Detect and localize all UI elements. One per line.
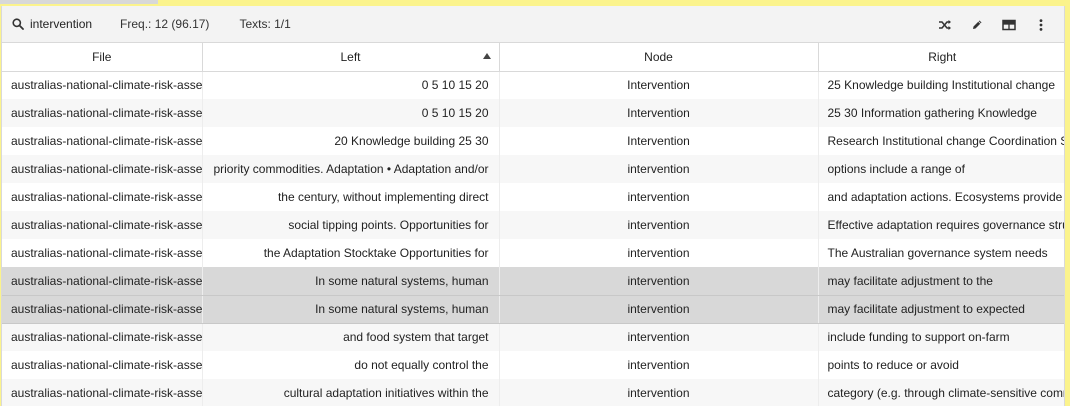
shuffle-icon[interactable]: [936, 16, 954, 34]
column-header-file[interactable]: File: [2, 43, 203, 72]
table-row[interactable]: australias-national-climate-risk-assessm…: [2, 99, 1064, 127]
cell-node[interactable]: intervention: [499, 183, 819, 211]
concordance-table: File Left Node Right australias-national…: [2, 43, 1065, 406]
cell-left[interactable]: 20 Knowledge building 25 30: [202, 127, 500, 155]
cell-file[interactable]: australias-national-climate-risk-assessm…: [2, 71, 203, 99]
search-icon[interactable]: [12, 18, 24, 30]
cell-file[interactable]: australias-national-climate-risk-assessm…: [2, 351, 203, 379]
cell-left[interactable]: In some natural systems, human: [202, 267, 500, 296]
cell-node[interactable]: intervention: [499, 295, 819, 324]
cell-node[interactable]: intervention: [499, 323, 819, 351]
cell-left[interactable]: In some natural systems, human: [202, 295, 500, 324]
table-row[interactable]: australias-national-climate-risk-assessm…: [2, 239, 1064, 267]
cell-file[interactable]: australias-national-climate-risk-assessm…: [2, 99, 203, 127]
more-vertical-icon[interactable]: [1032, 16, 1050, 34]
cell-right[interactable]: The Australian governance system needs: [818, 239, 1064, 267]
cell-left[interactable]: priority commodities. Adaptation • Adapt…: [202, 155, 500, 183]
table-row[interactable]: australias-national-climate-risk-assessm…: [2, 155, 1064, 183]
cell-right[interactable]: Effective adaptation requires governance…: [818, 211, 1064, 239]
cell-node[interactable]: intervention: [499, 267, 819, 296]
table-row[interactable]: australias-national-climate-risk-assessm…: [2, 267, 1064, 296]
table-icon[interactable]: [1000, 16, 1018, 34]
cell-node[interactable]: intervention: [499, 155, 819, 183]
search-term[interactable]: intervention: [30, 17, 92, 31]
cell-right[interactable]: 25 30 Information gathering Knowledge: [818, 99, 1064, 127]
cell-left[interactable]: do not equally control the: [202, 351, 500, 379]
cell-right[interactable]: and adaptation actions. Ecosystems provi…: [818, 183, 1064, 211]
table-row[interactable]: australias-national-climate-risk-assessm…: [2, 379, 1064, 406]
cell-file[interactable]: australias-national-climate-risk-assessm…: [2, 211, 203, 239]
cell-left[interactable]: social tipping points. Opportunities for: [202, 211, 500, 239]
cell-file[interactable]: australias-national-climate-risk-assessm…: [2, 155, 203, 183]
cell-file[interactable]: australias-national-climate-risk-assessm…: [2, 183, 203, 211]
cell-node[interactable]: Intervention: [499, 127, 819, 155]
cell-right[interactable]: points to reduce or avoid: [818, 351, 1064, 379]
table-row[interactable]: australias-national-climate-risk-assessm…: [2, 71, 1064, 99]
cell-file[interactable]: australias-national-climate-risk-assessm…: [2, 379, 203, 406]
cell-node[interactable]: intervention: [499, 351, 819, 379]
cell-file[interactable]: australias-national-climate-risk-assessm…: [2, 267, 203, 296]
table-body: australias-national-climate-risk-assessm…: [2, 71, 1065, 406]
cell-right[interactable]: 25 Knowledge building Institutional chan…: [818, 71, 1064, 99]
cell-left[interactable]: the Adaptation Stocktake Opportunities f…: [202, 239, 500, 267]
tab-indicator: [0, 0, 158, 4]
table-header-row: File Left Node Right: [2, 43, 1064, 72]
table-row[interactable]: australias-national-climate-risk-assessm…: [2, 183, 1064, 211]
cell-right[interactable]: may facilitate adjustment to expected: [818, 295, 1064, 324]
cell-left[interactable]: 0 5 10 15 20: [202, 71, 500, 99]
column-header-right[interactable]: Right: [818, 43, 1064, 72]
toolbar: intervention Freq.: 12 (96.17) Texts: 1/…: [2, 6, 1064, 43]
cell-node[interactable]: Intervention: [499, 71, 819, 99]
concordance-panel: intervention Freq.: 12 (96.17) Texts: 1/…: [1, 6, 1065, 406]
cell-file[interactable]: australias-national-climate-risk-assessm…: [2, 295, 203, 324]
table-row[interactable]: australias-national-climate-risk-assessm…: [2, 127, 1065, 155]
cell-left[interactable]: cultural adaptation initiatives within t…: [202, 379, 500, 406]
table-row[interactable]: australias-national-climate-risk-assessm…: [2, 295, 1064, 324]
cell-right[interactable]: may facilitate adjustment to the: [818, 267, 1064, 296]
frequency-label: Freq.: 12 (96.17): [120, 17, 210, 31]
cell-node[interactable]: intervention: [499, 211, 819, 239]
cell-file[interactable]: australias-national-climate-risk-assessm…: [2, 127, 203, 155]
table-row[interactable]: australias-national-climate-risk-assessm…: [2, 211, 1064, 239]
cell-right[interactable]: include funding to support on-farm: [818, 323, 1064, 351]
texts-count-label: Texts: 1/1: [239, 17, 291, 31]
cell-node[interactable]: intervention: [499, 239, 819, 267]
cell-file[interactable]: australias-national-climate-risk-assessm…: [2, 323, 203, 351]
cell-left[interactable]: 0 5 10 15 20: [202, 99, 500, 127]
cell-node[interactable]: intervention: [499, 379, 819, 406]
toolbar-actions: [922, 6, 1050, 43]
column-header-left[interactable]: Left: [202, 43, 500, 72]
cell-right[interactable]: Research Institutional change Coordinati…: [818, 127, 1065, 155]
edit-icon[interactable]: [968, 16, 986, 34]
cell-left[interactable]: and food system that target: [202, 323, 500, 351]
cell-file[interactable]: australias-national-climate-risk-assessm…: [2, 239, 203, 267]
column-header-node[interactable]: Node: [499, 43, 819, 72]
column-header-left-label: Left: [340, 49, 361, 64]
search-area[interactable]: intervention: [12, 17, 92, 31]
cell-left[interactable]: the century, without implementing direct: [202, 183, 500, 211]
table-row[interactable]: australias-national-climate-risk-assessm…: [2, 323, 1064, 351]
cell-right[interactable]: options include a range of: [818, 155, 1064, 183]
cell-right[interactable]: category (e.g. through climate-sensitive…: [818, 379, 1064, 406]
sort-ascending-icon: [482, 53, 491, 59]
cell-node[interactable]: Intervention: [499, 99, 819, 127]
table-row[interactable]: australias-national-climate-risk-assessm…: [2, 351, 1064, 379]
